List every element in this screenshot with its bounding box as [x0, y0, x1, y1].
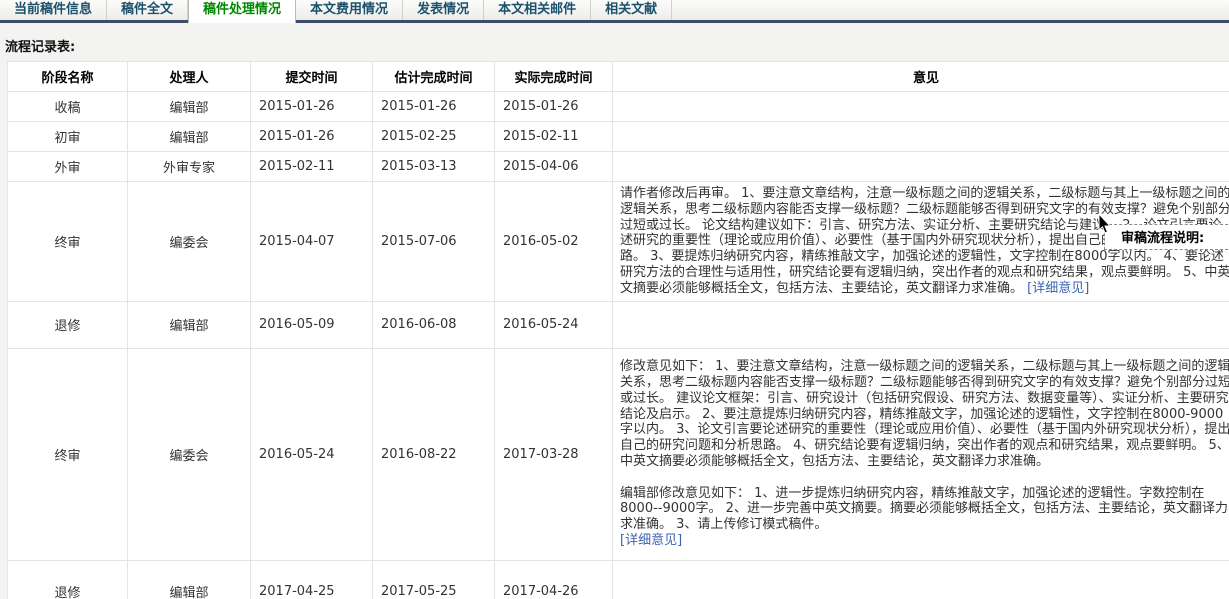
- opinion-paragraph-1: 修改意见如下： 1、要注意文章结构，注意一级标题之间的逻辑关系，二级标题与其上一…: [620, 359, 1229, 470]
- tab-related-literature[interactable]: 相关文献: [591, 0, 673, 20]
- submit-time-cell: 2015-01-26: [250, 91, 373, 122]
- stage-cell: 外审: [7, 151, 128, 182]
- estimated-time-cell: 2016-06-08: [372, 300, 495, 349]
- submit-time-cell: 2015-04-07: [250, 181, 373, 302]
- actual-time-cell: 2017-04-26: [494, 559, 613, 599]
- estimated-time-cell: 2015-07-06: [372, 181, 495, 302]
- manuscript-tab-bar: 当前稿件信息 稿件全文 稿件处理情况 本文费用情况 发表情况 本文相关邮件 相关…: [0, 0, 1229, 23]
- opinion-cell: [612, 300, 1229, 349]
- table-row-first-review: 初审 编辑部 2015-01-26 2015-02-25 2015-02-11: [7, 121, 1229, 152]
- submit-time-cell: 2015-01-26: [250, 121, 373, 152]
- table-row-external-review: 外审 外审专家 2015-02-11 2015-03-13 2015-04-06: [7, 151, 1229, 182]
- opinion-cell: [612, 121, 1229, 152]
- review-process-tooltip: 审稿流程说明:: [1104, 224, 1229, 250]
- flow-record-table-title: 流程记录表:: [5, 40, 76, 55]
- handler-cell: 编辑部: [127, 300, 251, 349]
- opinion-paragraph-spacer: [620, 470, 1229, 486]
- tab-current-manuscript-info[interactable]: 当前稿件信息: [0, 0, 108, 20]
- handler-cell: 编委会: [127, 181, 251, 302]
- table-row-revision-1: 退修 编辑部 2016-05-09 2016-06-08 2016-05-24: [7, 300, 1229, 349]
- tab-fee-info[interactable]: 本文费用情况: [296, 0, 404, 20]
- stage-cell: 终审: [7, 347, 128, 561]
- tab-publication-status[interactable]: 发表情况: [403, 0, 485, 20]
- estimated-time-cell: 2017-05-25: [372, 559, 495, 599]
- table-row-receive: 收稿 编辑部 2015-01-26 2015-01-26 2015-01-26: [7, 91, 1229, 122]
- stage-cell: 收稿: [7, 91, 128, 122]
- actual-time-cell: 2017-03-28: [494, 347, 613, 561]
- estimated-time-cell: 2015-03-13: [372, 151, 495, 182]
- table-row-final-review-1: 终审 编委会 2015-04-07 2015-07-06 2016-05-02 …: [7, 181, 1229, 302]
- table-row-revision-2: 退修 编辑部 2017-04-25 2017-05-25 2017-04-26: [7, 559, 1229, 599]
- stage-cell: 退修: [7, 300, 128, 349]
- actual-time-cell: 2016-05-24: [494, 300, 613, 349]
- submit-time-cell: 2015-02-11: [250, 151, 373, 182]
- table-row-final-review-2: 终审 编委会 2016-05-24 2016-08-22 2017-03-28 …: [7, 347, 1229, 561]
- stage-cell: 终审: [7, 181, 128, 302]
- header-submit-time: 提交时间: [250, 61, 373, 92]
- opinion-paragraph-2: 编辑部修改意见如下： 1、进一步提炼归纳研究内容，精练推敲文字，加强论述的逻辑性…: [620, 485, 1228, 533]
- estimated-time-cell: 2015-02-25: [372, 121, 495, 152]
- stage-cell: 退修: [7, 559, 128, 599]
- estimated-time-cell: 2016-08-22: [372, 347, 495, 561]
- handler-cell: 编辑部: [127, 91, 251, 122]
- handler-cell: 编辑部: [127, 559, 251, 599]
- estimated-time-cell: 2015-01-26: [372, 91, 495, 122]
- handler-cell: 编辑部: [127, 121, 251, 152]
- header-actual-finish-time: 实际完成时间: [494, 61, 613, 92]
- opinion-cell: [612, 91, 1229, 122]
- actual-time-cell: 2015-04-06: [494, 151, 613, 182]
- detail-opinion-link[interactable]: [详细意见]: [1027, 281, 1089, 296]
- actual-time-cell: 2015-02-11: [494, 121, 613, 152]
- actual-time-cell: 2015-01-26: [494, 91, 613, 122]
- header-handler: 处理人: [127, 61, 251, 92]
- actual-time-cell: 2016-05-02: [494, 181, 613, 302]
- tab-manuscript-fulltext[interactable]: 稿件全文: [107, 0, 189, 20]
- tab-processing-status[interactable]: 稿件处理情况: [188, 0, 297, 23]
- header-stage-name: 阶段名称: [7, 61, 128, 92]
- submit-time-cell: 2016-05-24: [250, 347, 373, 561]
- opinion-cell: [612, 559, 1229, 599]
- mouse-cursor-icon: [1098, 214, 1112, 234]
- flow-record-table: 阶段名称 处理人 提交时间 估计完成时间 实际完成时间 意见 收稿 编辑部 20…: [7, 61, 1229, 599]
- table-header-row: 阶段名称 处理人 提交时间 估计完成时间 实际完成时间 意见: [7, 61, 1229, 92]
- submit-time-cell: 2017-04-25: [250, 559, 373, 599]
- handler-cell: 编委会: [127, 347, 251, 561]
- header-estimated-finish-time: 估计完成时间: [372, 61, 495, 92]
- opinion-cell: 修改意见如下： 1、要注意文章结构，注意一级标题之间的逻辑关系，二级标题与其上一…: [612, 347, 1229, 561]
- stage-cell: 初审: [7, 121, 128, 152]
- opinion-cell: [612, 151, 1229, 182]
- header-opinion: 意见: [612, 61, 1229, 92]
- detail-opinion-link[interactable]: [详细意见]: [620, 533, 682, 548]
- submit-time-cell: 2016-05-09: [250, 300, 373, 349]
- tab-related-emails[interactable]: 本文相关邮件: [484, 0, 592, 20]
- handler-cell: 外审专家: [127, 151, 251, 182]
